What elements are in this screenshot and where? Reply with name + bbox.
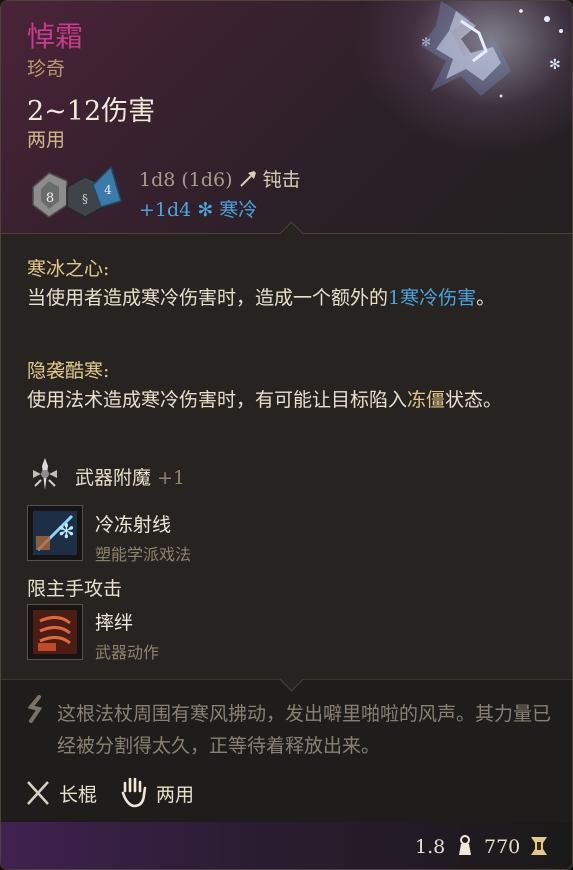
mace-icon (239, 171, 256, 187)
gold-value: 770 (484, 836, 521, 858)
bonus-damage: +1d4 (139, 199, 192, 221)
item-rarity: 珍奇 (27, 58, 66, 80)
damage-dice-line: 1d8 (1d6) 钝击 (139, 165, 301, 192)
weight-icon (459, 835, 471, 855)
action-name: 摔绊 (95, 612, 134, 634)
trait-title: 隐袭酷寒: (27, 360, 110, 382)
bonus-type: 寒冷 (219, 199, 258, 221)
crossed-staves-icon (27, 781, 49, 805)
dice-icon: 8 § 4 (32, 165, 122, 218)
die-eight-label: 8 (46, 191, 54, 206)
snowflake-icon: ✻ (197, 199, 214, 221)
damage-dice: 1d8 (1d6) (139, 169, 233, 191)
item-tooltip: ✻ ✻ 悼霜 珍奇 2~12伤害 两用 8 § 4 1d8 (1d6) 钝击 +… (0, 0, 573, 870)
trait-highlight: 冻僵 (407, 389, 446, 411)
enchantment-row: 武器附魔 +1 (75, 463, 185, 490)
spell-name: 冷冻射线 (95, 514, 172, 536)
gold-icon (531, 837, 547, 855)
trait-description: 当使用者造成寒冷伤害时，造成一个额外的1寒冷伤害。 (27, 287, 496, 309)
ray-of-frost-icon[interactable]: ✻ (27, 505, 83, 561)
topple-icon[interactable] (27, 604, 83, 660)
trait-highlight: 1寒冷伤害 (388, 287, 477, 309)
item-name: 悼霜 (27, 20, 84, 53)
enchantment-value: +1 (157, 467, 186, 489)
proficiency-handedness: 两用 (156, 784, 195, 806)
damage-type: 钝击 (262, 169, 301, 191)
hand-icon (121, 777, 147, 808)
action-type: 武器动作 (95, 643, 160, 662)
svg-text:✻: ✻ (549, 57, 561, 73)
svg-text:✻: ✻ (58, 519, 75, 543)
svg-text:✻: ✻ (421, 35, 431, 49)
proficiency-weapon: 长棍 (59, 784, 98, 806)
svg-text:§: § (82, 192, 88, 206)
damage-range: 2~12伤害 (27, 96, 156, 127)
die-four-label: 4 (104, 183, 112, 197)
weight-value: 1.8 (415, 836, 446, 858)
bonus-damage-line: +1d4 ✻ 寒冷 (139, 195, 257, 222)
quill-icon (27, 695, 43, 723)
enchantment-label: 武器附魔 (75, 467, 152, 489)
sword-enchant-icon[interactable] (27, 456, 63, 492)
spell-school: 塑能学派戏法 (95, 545, 192, 564)
flavor-text: 这根法杖周围有寒风拂动，发出噼里啪啦的风声。其力量已经被分割得太久，正等待着释放… (57, 703, 552, 757)
handedness-label: 两用 (27, 129, 66, 151)
frost-star-art-icon: ✻ ✻ (421, 1, 563, 98)
main-hand-label: 限主手攻击 (27, 578, 123, 600)
trait-description: 使用法术造成寒冷伤害时，有可能让目标陷入冻僵状态。 (27, 389, 503, 411)
trait-title: 寒冰之心: (27, 258, 110, 280)
tooltip-header: ✻ ✻ 悼霜 珍奇 2~12伤害 两用 8 § 4 1d8 (1d6) 钝击 +… (1, 1, 572, 233)
